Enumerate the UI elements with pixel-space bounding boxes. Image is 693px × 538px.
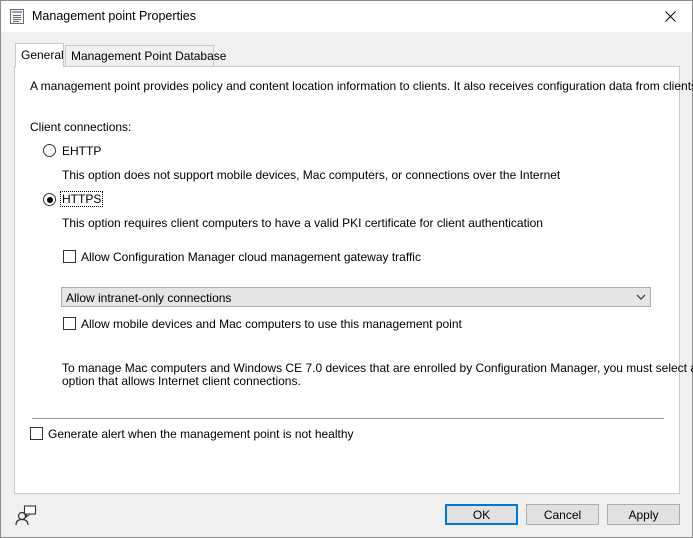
ok-button[interactable]: OK — [445, 504, 518, 525]
connections-dropdown[interactable]: Allow intranet-only connections — [61, 287, 651, 307]
connections-dropdown-value: Allow intranet-only connections — [66, 291, 232, 305]
tab-database-label: Management Point Database — [71, 49, 227, 63]
general-tab-panel: A management point provides policy and c… — [14, 66, 693, 494]
health-alert-label[interactable]: Generate alert when the management point… — [48, 427, 354, 441]
tab-general[interactable]: General — [15, 43, 64, 67]
health-alert-checkbox[interactable] — [30, 427, 43, 440]
chevron-down-icon — [636, 294, 646, 300]
ok-button-label: OK — [472, 507, 491, 522]
description-text: A management point provides policy and c… — [30, 79, 693, 93]
properties-dialog: Management point Properties General Mana… — [0, 0, 693, 538]
cancel-button-label: Cancel — [543, 507, 582, 522]
client-connections-label: Client connections: — [30, 120, 132, 134]
mobile-devices-checkbox[interactable] — [63, 317, 76, 330]
cmg-traffic-label[interactable]: Allow Configuration Manager cloud manage… — [81, 250, 421, 264]
window-title: Management point Properties — [32, 9, 196, 23]
https-label[interactable]: HTTPS — [59, 191, 104, 207]
tab-management-point-database[interactable]: Management Point Database — [65, 45, 226, 66]
apply-button-label: Apply — [628, 507, 659, 522]
https-note: This option requires client computers to… — [62, 216, 543, 230]
ehttp-label[interactable]: EHTTP — [62, 144, 101, 158]
properties-icon — [10, 9, 24, 24]
ehttp-radio[interactable] — [43, 144, 56, 157]
close-button[interactable] — [648, 1, 692, 32]
ehttp-note: This option does not support mobile devi… — [62, 168, 561, 182]
user-feedback-icon[interactable] — [14, 504, 38, 526]
mobile-devices-label[interactable]: Allow mobile devices and Mac computers t… — [81, 317, 462, 331]
cancel-button[interactable]: Cancel — [526, 504, 599, 525]
tab-general-label: General — [21, 48, 64, 62]
mac-note-line1: To manage Mac computers and Windows CE 7… — [62, 361, 693, 375]
apply-button[interactable]: Apply — [607, 504, 680, 525]
close-icon — [664, 11, 676, 22]
title-bar: Management point Properties — [1, 1, 692, 32]
https-radio[interactable] — [43, 193, 56, 206]
mac-note-line2: option that allows Internet client conne… — [62, 374, 301, 388]
cmg-traffic-checkbox[interactable] — [63, 250, 76, 263]
separator — [32, 418, 664, 419]
